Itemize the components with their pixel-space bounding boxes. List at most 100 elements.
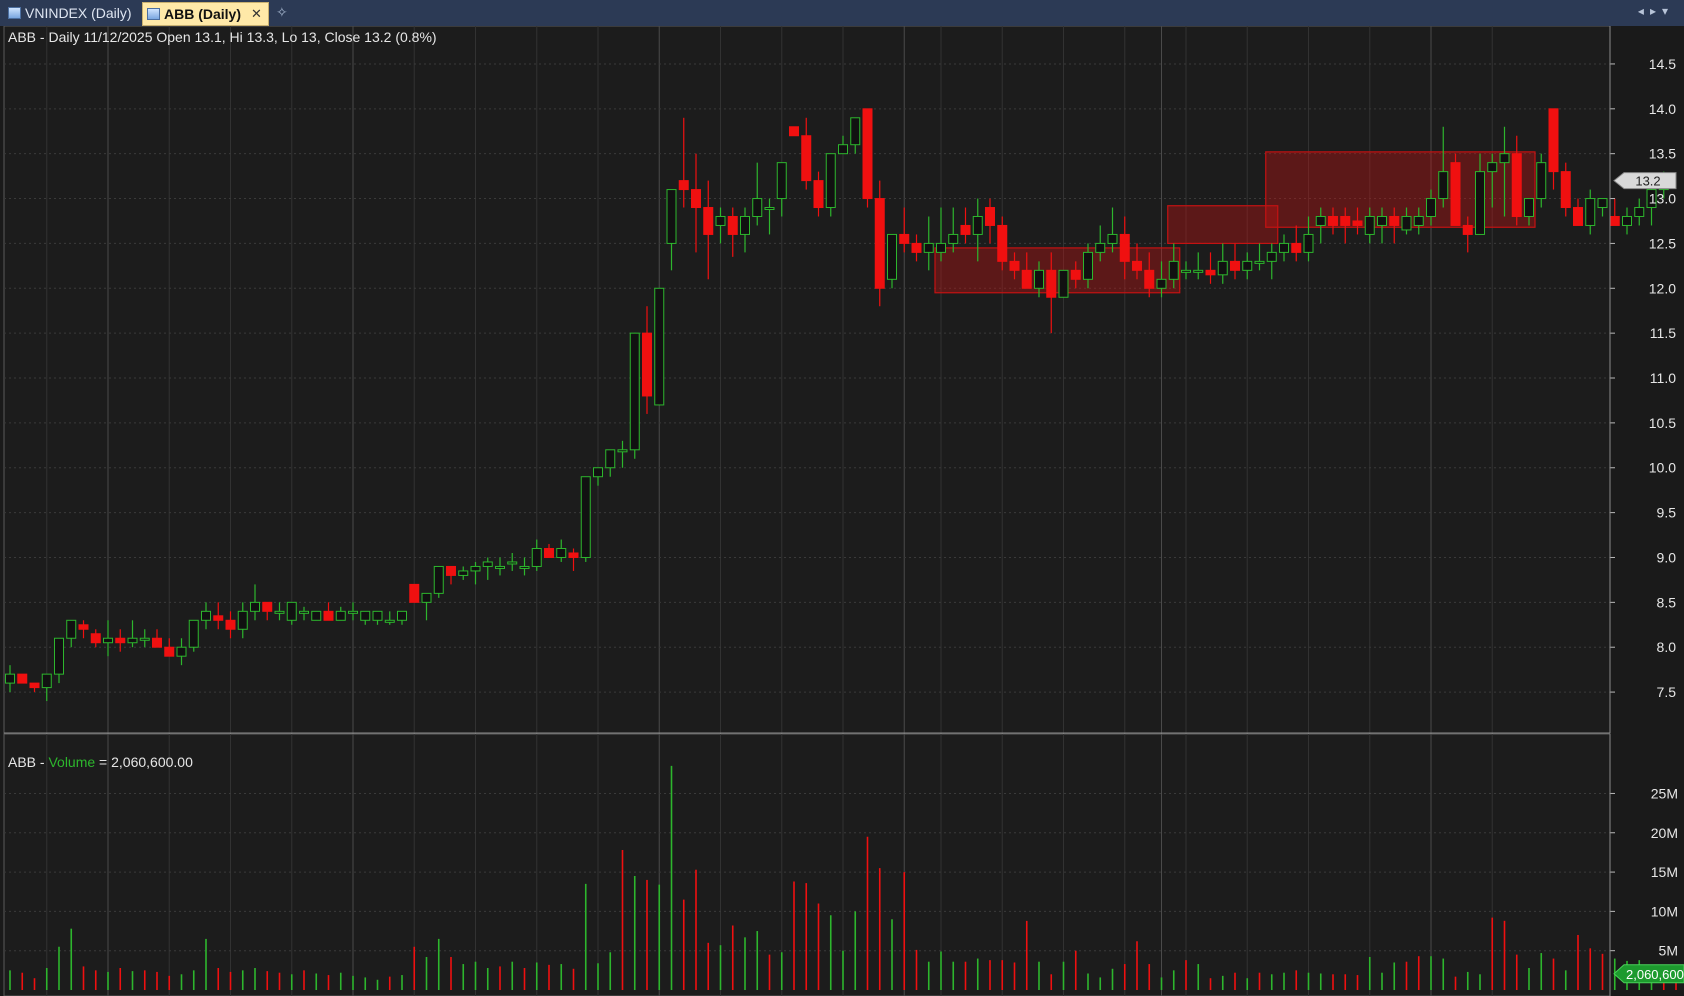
candle-body — [66, 619, 77, 639]
candle-body — [960, 224, 971, 235]
candle-body — [1119, 233, 1130, 262]
candle-body — [1217, 260, 1228, 276]
candle-body — [678, 180, 689, 191]
candle-body — [115, 637, 126, 644]
candle-body — [813, 180, 824, 209]
candle-body — [789, 126, 799, 137]
close-icon[interactable]: ✕ — [251, 3, 262, 25]
candle-body — [1560, 171, 1571, 209]
candle-body — [605, 449, 616, 469]
candle-body — [225, 619, 236, 630]
candle-body — [103, 637, 113, 644]
price-tick-label: 8.5 — [1657, 594, 1677, 610]
volume-tick-label: 25M — [1651, 785, 1678, 801]
tab-bar: VNINDEX (Daily) ABB (Daily) ✕ ✧ ◂▸▾ — [0, 0, 1684, 27]
candle-body — [237, 610, 248, 630]
candle-body — [1242, 260, 1253, 271]
candle-body — [1511, 153, 1522, 217]
candle-body — [593, 467, 603, 478]
candle-body — [997, 224, 1008, 262]
candle-body — [311, 610, 322, 621]
candle-body — [201, 610, 211, 621]
candle-body — [1609, 215, 1620, 226]
tab-scroll-arrows-icon[interactable]: ◂▸▾ — [1638, 4, 1674, 18]
candle-body — [1352, 220, 1363, 226]
candle-body — [1107, 233, 1118, 244]
candle-body — [1401, 215, 1412, 231]
price-tick-label: 8.0 — [1657, 639, 1677, 655]
candle-body — [286, 601, 297, 621]
candle-body — [972, 215, 983, 235]
candle-body — [544, 548, 554, 558]
candle-body — [936, 242, 946, 253]
candle-body — [825, 153, 836, 209]
chart-icon — [147, 8, 160, 20]
candle-body — [262, 601, 273, 612]
candle-body — [1132, 260, 1142, 271]
candle-body — [1303, 233, 1314, 253]
candle-body — [1377, 215, 1387, 226]
volume-header-value: = 2,060,600.00 — [95, 754, 193, 770]
tab-label: VNINDEX (Daily) — [25, 5, 132, 21]
price-tick-label: 10.0 — [1649, 460, 1676, 476]
chart-area[interactable]: 14.5 14.0 13.5 13.0 12.5 12.0 11.5 11.0 10.5 10.0… — [0, 26, 1684, 996]
candle-body — [1364, 215, 1375, 235]
candle-body — [1487, 162, 1498, 173]
candle-body — [1389, 215, 1400, 226]
candle-body — [715, 215, 726, 226]
candle-body — [78, 624, 89, 630]
tab-abb[interactable]: ABB (Daily) ✕ — [142, 2, 269, 26]
volume-tick-label: 10M — [1651, 903, 1678, 919]
candle-body — [642, 332, 652, 397]
candle-body — [1034, 269, 1044, 289]
candle-body — [446, 565, 456, 576]
candle-body — [629, 332, 640, 451]
price-header: ABB - Daily 11/12/2025 Open 13.1, Hi 13.… — [8, 29, 437, 45]
candle-body — [17, 673, 28, 684]
candle-body — [433, 565, 444, 594]
candle-body — [335, 610, 346, 621]
volume-tick-label: 15M — [1651, 864, 1678, 880]
candle-body — [1340, 215, 1351, 226]
volume-header: ABB - Volume = 2,060,600.00 — [8, 754, 193, 770]
price-tick-label: 10.5 — [1649, 415, 1676, 431]
candle-body — [531, 548, 542, 567]
candle-body — [1475, 171, 1485, 235]
candle-body — [397, 610, 407, 621]
candle-body — [360, 610, 371, 621]
volume-header-prefix: ABB - — [8, 754, 48, 770]
candle-body — [1095, 242, 1106, 253]
candle-body — [54, 637, 64, 675]
candle-body — [1573, 207, 1583, 226]
tab-vnindex[interactable]: VNINDEX (Daily) — [4, 2, 138, 24]
candle-body — [1536, 162, 1547, 200]
candle-body — [1168, 260, 1179, 280]
candle-body — [1413, 215, 1424, 226]
candle-body — [1254, 260, 1265, 264]
consolidation-box — [934, 247, 1181, 294]
candle-body — [372, 610, 383, 621]
candle-body — [90, 633, 101, 644]
candle-body — [1597, 198, 1608, 209]
candle-body — [1450, 162, 1461, 226]
candle-body — [519, 565, 530, 569]
price-tick-label: 13.5 — [1649, 146, 1676, 162]
candle-body — [213, 615, 224, 621]
candle-body — [1499, 153, 1510, 164]
candle-body — [1291, 242, 1302, 253]
candle-body — [1046, 269, 1057, 298]
candle-body — [666, 189, 677, 244]
candle-body — [250, 601, 260, 612]
price-tick-label: 12.0 — [1649, 280, 1676, 296]
candle-body — [139, 637, 150, 641]
candle-body — [1328, 215, 1338, 226]
candle-body — [1426, 198, 1436, 217]
candle-body — [1622, 215, 1632, 226]
candle-body — [470, 565, 481, 572]
candle-body — [384, 619, 395, 623]
candle-body — [41, 673, 52, 689]
candle-body — [654, 287, 665, 406]
add-tab-icon[interactable]: ✧ — [276, 4, 288, 21]
candle-body — [164, 646, 175, 657]
candle-body — [899, 233, 910, 244]
